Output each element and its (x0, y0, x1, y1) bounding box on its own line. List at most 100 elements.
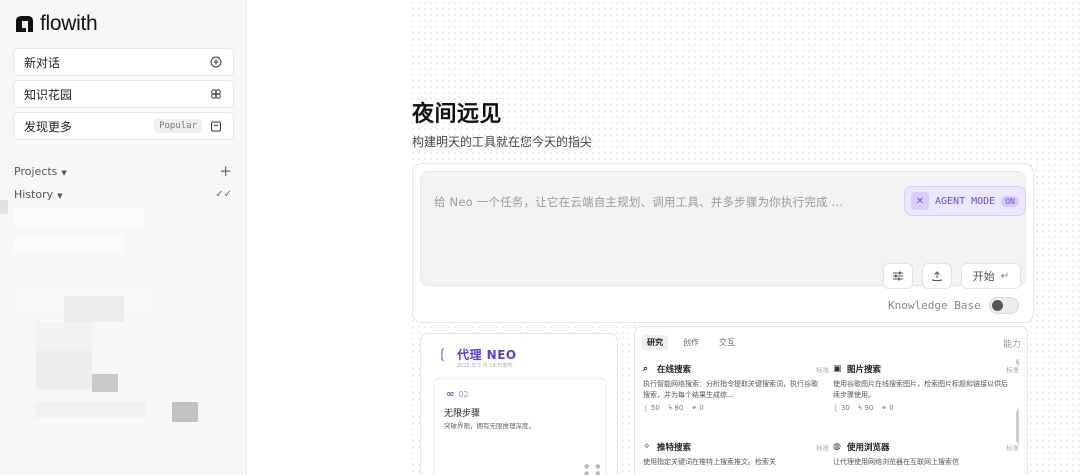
tool-name: 使用浏览器 (847, 443, 890, 453)
mark-all-read-icon[interactable]: ✓✓ (215, 189, 232, 200)
tool-tag: 标准 (816, 366, 829, 374)
knowledge-garden-label: 知识花园 (24, 87, 73, 102)
projects-label: Projects (14, 164, 58, 178)
neo-date: 2025 年 5 月 19 日发布 (457, 363, 513, 369)
agent-sparkle-icon: ✕ (911, 192, 929, 210)
agent-mode-label: AGENT MODE (935, 195, 996, 207)
redacted-block (64, 296, 124, 322)
brand-name: flowith (40, 12, 98, 35)
neo-feature-card: ∞ 02 无限步骤 突破界限，拥有无限推理深度。 ● ● ● ● (433, 378, 607, 475)
uses-count: 30 (840, 404, 850, 412)
neo-feature-desc: 突破界限，拥有无限推理深度。 (444, 422, 535, 430)
link-count: 0 (889, 404, 894, 412)
tool-card-use-browser[interactable]: ◍ 使用浏览器 标准 让代理使用网络浏览器在互联网上搜索信 (833, 441, 1019, 468)
neo-feature-number: 02 (458, 390, 469, 399)
uses-count: 50 (650, 404, 660, 412)
enter-icon: ↵ (1000, 270, 1010, 282)
bolt-icon: ϟ (857, 404, 863, 412)
uses-icon: ❲ (833, 404, 839, 412)
discover-more-button[interactable]: 发现更多 Popular (13, 112, 234, 140)
tool-desc: 使用指定关键词在推特上搜索推文。检索关 (643, 458, 776, 466)
knowledge-garden-button[interactable]: 知识花园 (13, 80, 234, 108)
flowith-logo-icon (16, 16, 33, 32)
new-chat-button[interactable]: 新对话 (13, 48, 234, 76)
caret-down-icon: ▼ (61, 168, 67, 177)
bolt-count: 80 (674, 404, 684, 412)
tool-desc: 让代理使用网络浏览器在互联网上搜索信 (833, 458, 959, 466)
new-chat-icon (209, 55, 223, 69)
redacted-block (36, 322, 92, 352)
tool-name: 图片搜索 (847, 365, 882, 375)
uses-icon: ❲ (643, 404, 649, 412)
link-icon: ⚭ (691, 404, 698, 412)
redacted-block (36, 350, 92, 390)
flower-icon (209, 87, 223, 101)
agent-mode-state: ON (1001, 195, 1019, 207)
twitter-bird-icon: ✧ (643, 442, 651, 452)
tool-tag: 标准 (1006, 366, 1019, 374)
carousel-dots[interactable]: ● ● ● ● (584, 463, 606, 475)
agent-mode-toggle[interactable]: ✕ AGENT MODE ON (904, 186, 1026, 216)
tab-create[interactable]: 创作 (678, 335, 704, 350)
tool-card-web-search[interactable]: ⌕ 在线搜索 标准 执行智能网络搜索：分析指令提取关键搜索词，执行谷歌搜索，并为… (643, 363, 829, 412)
tool-card-twitter-search[interactable]: ✧ 推特搜索 标准 使用指定关键词在推特上搜索推文。检索关 (643, 441, 829, 468)
neo-feature-heading: 无限步骤 (444, 409, 481, 419)
capabilities-card: 研究 创作 交互 能力 ⌕ 在线搜索 标准 执行智能网络搜索：分析指令提取关键搜… (634, 326, 1028, 475)
brand-logo[interactable]: flowith (14, 12, 98, 36)
history-label: History (14, 188, 54, 201)
upload-icon (932, 271, 942, 281)
link-icon: ⚭ (881, 404, 888, 412)
sliders-icon (893, 271, 903, 281)
history-row[interactable]: History ▼ ✓✓ (14, 188, 232, 201)
knowledge-base-row: Knowledge Base (888, 297, 1019, 314)
redacted-block (36, 402, 146, 418)
add-project-icon[interactable]: + (219, 162, 232, 180)
caret-down-icon: ▼ (57, 192, 63, 200)
bolt-count: 90 (864, 404, 874, 412)
start-label: 开始 (972, 270, 995, 283)
neo-title: 代理 NEO (457, 348, 517, 362)
tool-card-image-search[interactable]: ▣ 图片搜索 标准 使用谷歌图片在线搜索图片，检索图片标题和链接以供后续步骤使用… (833, 363, 1019, 412)
prompt-input[interactable]: 给 Neo 一个任务，让它在云端自主规划、调用工具、并多步骤为你执行完成 ...… (420, 171, 1026, 289)
history-item-redacted[interactable] (0, 200, 8, 214)
bolt-icon: ϟ (667, 404, 673, 412)
tool-name: 推特搜索 (657, 443, 692, 453)
search-icon: ⌕ (643, 364, 649, 374)
capability-tabs: 研究 创作 交互 (642, 335, 740, 350)
tool-stats: ❲ 50 ϟ 80 ⚭ 0 (643, 404, 829, 412)
tool-desc: 执行智能网络搜索：分析指令提取关键搜索词，执行谷歌搜索，并为每个结果生成综... (643, 380, 818, 399)
new-chat-label: 新对话 (24, 55, 61, 70)
popular-badge: Popular (154, 119, 202, 133)
page-title: 夜间远见 (412, 102, 503, 127)
history-item-redacted[interactable] (14, 236, 124, 254)
tool-name: 在线搜索 (657, 365, 692, 375)
bag-icon (209, 119, 223, 133)
knowledge-base-toggle[interactable] (988, 297, 1019, 314)
start-button[interactable]: 开始 ↵ (961, 263, 1021, 289)
ability-label: 能力 (1002, 340, 1021, 350)
knowledge-base-label: Knowledge Base (888, 299, 981, 312)
upload-button[interactable] (922, 263, 952, 289)
redacted-block (92, 374, 118, 392)
globe-icon: ◍ (833, 442, 841, 452)
tool-tag: 标准 (1006, 444, 1019, 452)
tool-stats: ❲ 30 ϟ 90 ⚭ 0 (833, 404, 1019, 412)
projects-row[interactable]: Projects ▼ + (14, 162, 232, 180)
main-area: 夜间远见 构建明天的工具就在您今天的指尖 给 Neo 一个任务，让它在云端自主规… (248, 0, 1080, 475)
settings-sliders-button[interactable] (883, 263, 913, 289)
tool-desc: 使用谷歌图片在线搜索图片，检索图片标题和链接以供后续步骤使用。 (833, 380, 1008, 399)
agent-neo-card[interactable]: ❲ 代理 NEO 2025 年 5 月 19 日发布 ∞ 02 无限步骤 突破界限… (420, 333, 618, 475)
infinity-icon: ∞ (446, 389, 455, 400)
history-item-redacted[interactable] (14, 208, 144, 228)
discover-more-label: 发现更多 (24, 119, 73, 134)
sidebar: flowith 新对话 知识花园 发现更多 Popular Projects ▼ … (0, 0, 247, 475)
redacted-block (172, 402, 198, 422)
tab-interact[interactable]: 交互 (714, 335, 740, 350)
neo-icon: ❲ (437, 347, 448, 362)
prompt-placeholder: 给 Neo 一个任务，让它在云端自主规划、调用工具、并多步骤为你执行完成 ... (434, 195, 844, 209)
image-icon: ▣ (833, 364, 842, 374)
link-count: 0 (699, 404, 704, 412)
tab-research[interactable]: 研究 (642, 335, 668, 350)
tool-tag: 标准 (816, 444, 829, 452)
page-subtitle: 构建明天的工具就在您今天的指尖 (412, 135, 593, 149)
